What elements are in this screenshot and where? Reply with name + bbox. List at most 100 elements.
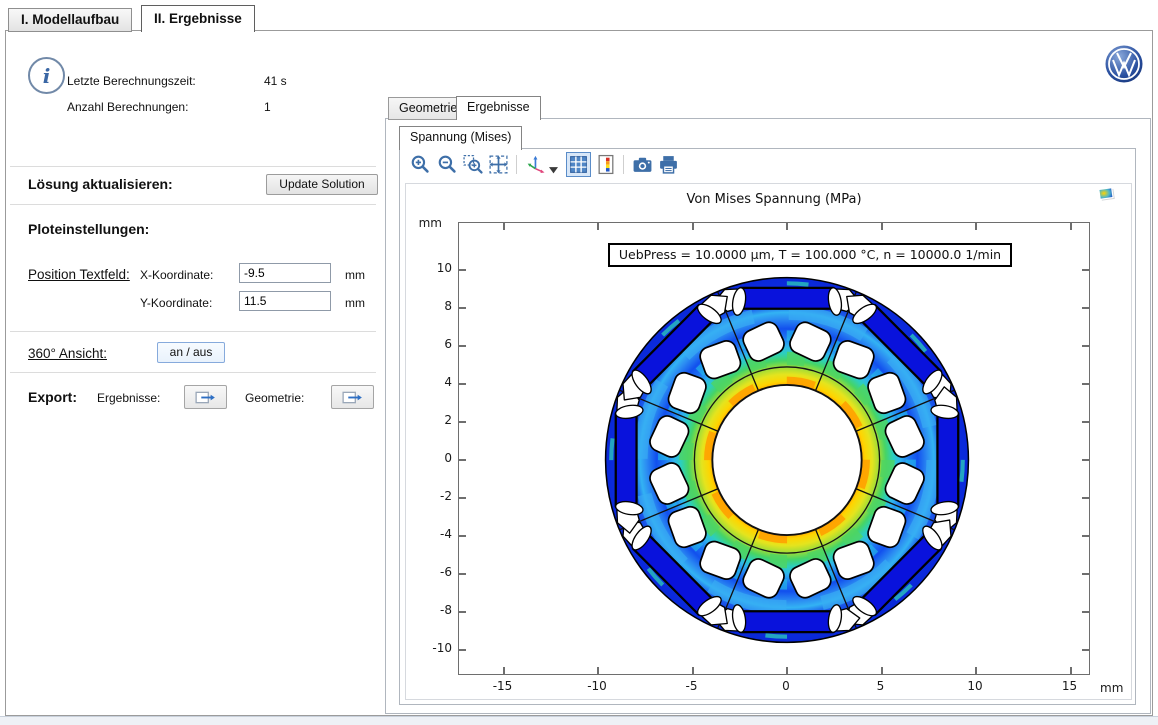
last-computation-value: 41 s [264, 74, 287, 88]
export-results-label: Ergebnisse: [97, 391, 160, 405]
y-tick-label: 4 [412, 375, 452, 389]
y-tick-mark [1082, 307, 1089, 309]
y-tick-mark [459, 573, 466, 575]
x-axis-unit: mm [1100, 681, 1130, 695]
x-tick-mark [1070, 223, 1072, 230]
export-geometry-label: Geometrie: [245, 391, 304, 405]
update-solution-button[interactable]: Update Solution [266, 174, 378, 195]
plot-settings-heading: Ploteinstellungen: [28, 221, 149, 237]
x-tick-mark [692, 667, 694, 674]
computation-count-value: 1 [264, 100, 271, 114]
y-tick-mark [1082, 421, 1089, 423]
x-coordinate-input[interactable] [239, 263, 331, 283]
y-tick-mark [459, 383, 466, 385]
x-coordinate-label: X-Koordinate: [140, 268, 213, 282]
divider [10, 372, 376, 373]
export-icon [195, 390, 216, 405]
y-tick-label: -8 [412, 603, 452, 617]
y-coordinate-unit: mm [345, 296, 365, 310]
y-tick-label: 2 [412, 413, 452, 427]
x-tick-label: 5 [861, 679, 901, 693]
x-tick-label: -5 [672, 679, 712, 693]
tab-modellaufbau[interactable]: I. Modellaufbau [8, 8, 132, 32]
view-360-toggle-button[interactable]: an / aus [157, 342, 225, 363]
export-icon [342, 390, 363, 405]
grid-toggle-icon[interactable] [566, 152, 591, 177]
plot-toolbar [400, 149, 1133, 182]
y-coordinate-label: Y-Koordinate: [140, 296, 212, 310]
snapshot-camera-icon[interactable] [632, 154, 653, 175]
tab-spannung-mises[interactable]: Spannung (Mises) [399, 126, 522, 150]
update-solution-heading: Lösung aktualisieren: [28, 176, 173, 192]
toolbar-separator [623, 155, 624, 174]
y-tick-mark [1082, 497, 1089, 499]
computation-count-label: Anzahl Berechnungen: [67, 100, 188, 114]
y-tick-mark [1082, 459, 1089, 461]
zoom-extents-icon[interactable] [488, 154, 509, 175]
tab-ergebnisse-plot[interactable]: Ergebnisse [456, 96, 541, 120]
y-tick-mark [459, 649, 466, 651]
y-tick-label: -6 [412, 565, 452, 579]
export-geometry-button[interactable] [331, 385, 374, 409]
y-tick-mark [459, 421, 466, 423]
x-tick-mark [503, 667, 505, 674]
zoom-in-icon[interactable] [410, 154, 431, 175]
y-tick-mark [1082, 573, 1089, 575]
x-tick-mark [881, 667, 883, 674]
last-computation-label: Letzte Berechnungszeit: [67, 74, 196, 88]
x-tick-label: 0 [766, 679, 806, 693]
x-tick-mark [881, 223, 883, 230]
zoom-out-icon[interactable] [437, 154, 458, 175]
tab-ergebnisse[interactable]: II. Ergebnisse [141, 5, 255, 32]
y-axis-unit: mm [412, 216, 442, 230]
y-tick-mark [459, 611, 466, 613]
x-tick-label: 15 [1050, 679, 1090, 693]
y-tick-mark [1082, 649, 1089, 651]
y-tick-label: 0 [412, 451, 452, 465]
y-tick-label: -4 [412, 527, 452, 541]
y-tick-mark [1082, 269, 1089, 271]
y-tick-mark [459, 307, 466, 309]
y-tick-mark [459, 535, 466, 537]
x-tick-mark [786, 667, 788, 674]
plot-title: Von Mises Spannung (MPa) [458, 192, 1090, 207]
x-tick-mark [975, 667, 977, 674]
y-tick-mark [459, 269, 466, 271]
y-tick-label: 8 [412, 299, 452, 313]
y-tick-mark [459, 459, 466, 461]
y-tick-mark [459, 497, 466, 499]
x-tick-mark [1070, 667, 1072, 674]
divider [10, 331, 376, 332]
y-tick-label: 6 [412, 337, 452, 351]
axis-dropdown-caret-icon[interactable] [549, 161, 559, 169]
x-tick-label: 10 [955, 679, 995, 693]
y-tick-mark [459, 345, 466, 347]
x-tick-mark [692, 223, 694, 230]
x-tick-mark [786, 223, 788, 230]
color-legend-toggle-icon[interactable] [596, 154, 617, 175]
y-tick-label: -2 [412, 489, 452, 503]
y-tick-label: -10 [412, 641, 452, 655]
y-tick-mark [1082, 383, 1089, 385]
position-textfield-label: Position Textfeld: [28, 267, 130, 282]
divider [10, 166, 376, 167]
axis-orientation-icon[interactable] [526, 154, 547, 175]
y-coordinate-input[interactable] [239, 291, 331, 311]
y-tick-mark [1082, 611, 1089, 613]
export-results-button[interactable] [184, 385, 227, 409]
divider [10, 204, 376, 205]
plot-axes-box[interactable] [458, 222, 1090, 675]
view-360-label: 360° Ansicht: [28, 346, 107, 361]
toolbar-separator [516, 155, 517, 174]
export-heading: Export: [28, 389, 77, 405]
print-icon[interactable] [658, 154, 679, 175]
x-coordinate-unit: mm [345, 268, 365, 282]
zoom-box-icon[interactable] [463, 154, 484, 175]
plot-group-icon[interactable] [1096, 185, 1116, 208]
x-tick-label: -10 [577, 679, 617, 693]
parameter-annotation-box: UebPress = 10.0000 μm, T = 100.000 °C, n… [608, 243, 1012, 267]
y-tick-mark [1082, 535, 1089, 537]
plot-canvas[interactable]: Von Mises Spannung (MPa) mm mm [405, 183, 1132, 700]
y-tick-label: 10 [412, 261, 452, 275]
x-tick-mark [597, 667, 599, 674]
